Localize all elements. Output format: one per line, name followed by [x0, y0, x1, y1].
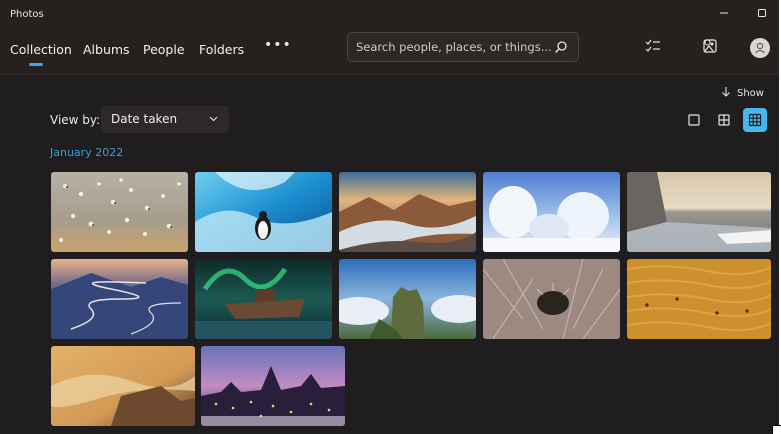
header-divider [0, 74, 781, 75]
photo-thumbnail[interactable] [339, 172, 476, 252]
tab-collection[interactable]: Collection [10, 42, 72, 57]
month-heading: January 2022 [50, 146, 124, 159]
account-button[interactable] [750, 38, 770, 58]
photo-thumbnail[interactable] [195, 259, 332, 339]
tab-people[interactable]: People [143, 42, 185, 57]
view-single-button[interactable] [682, 108, 706, 132]
photos-window: Photos Collection Albums People Folders … [0, 0, 781, 434]
grid-9-icon [748, 113, 762, 127]
view-medium-button[interactable] [712, 108, 736, 132]
photo-thumbnail[interactable] [195, 172, 332, 252]
tab-folders[interactable]: Folders [199, 42, 244, 57]
chevron-down-icon [209, 116, 218, 122]
minimize-button[interactable] [714, 6, 734, 24]
view-by-selected: Date taken [111, 112, 178, 126]
photo-thumbnail[interactable] [483, 172, 620, 252]
photo-thumbnail[interactable] [339, 259, 476, 339]
resize-grip[interactable] [772, 425, 781, 434]
grid-4-icon [718, 114, 730, 126]
view-small-button[interactable] [743, 108, 767, 132]
view-by-label: View by: [50, 113, 101, 127]
import-photo-icon[interactable] [703, 38, 719, 54]
maximize-icon [758, 9, 766, 17]
person-icon [755, 42, 765, 54]
arrow-down-icon [722, 87, 730, 97]
search-input[interactable]: Search people, places, or things... [356, 40, 552, 54]
minimize-icon [720, 12, 728, 14]
photo-thumbnail[interactable] [627, 172, 771, 252]
photo-thumbnail[interactable] [51, 172, 188, 252]
photo-thumbnail[interactable] [51, 259, 188, 339]
square-icon [688, 114, 700, 126]
more-options-button[interactable]: ••• [264, 37, 292, 53]
maximize-button[interactable] [752, 6, 772, 24]
tab-albums[interactable]: Albums [83, 42, 130, 57]
active-tab-indicator [29, 63, 43, 66]
checklist-icon[interactable] [645, 38, 661, 54]
sort-show-button[interactable]: Show [721, 86, 764, 99]
view-by-dropdown[interactable]: Date taken [101, 106, 229, 133]
photo-thumbnail[interactable] [201, 346, 345, 426]
search-box[interactable]: Search people, places, or things... [347, 32, 579, 62]
window-title: Photos [10, 9, 44, 20]
photo-thumbnail[interactable] [51, 346, 195, 426]
search-icon[interactable] [554, 40, 568, 54]
show-label: Show [737, 88, 764, 99]
photo-thumbnail[interactable] [483, 259, 620, 339]
photo-thumbnail[interactable] [627, 259, 771, 339]
